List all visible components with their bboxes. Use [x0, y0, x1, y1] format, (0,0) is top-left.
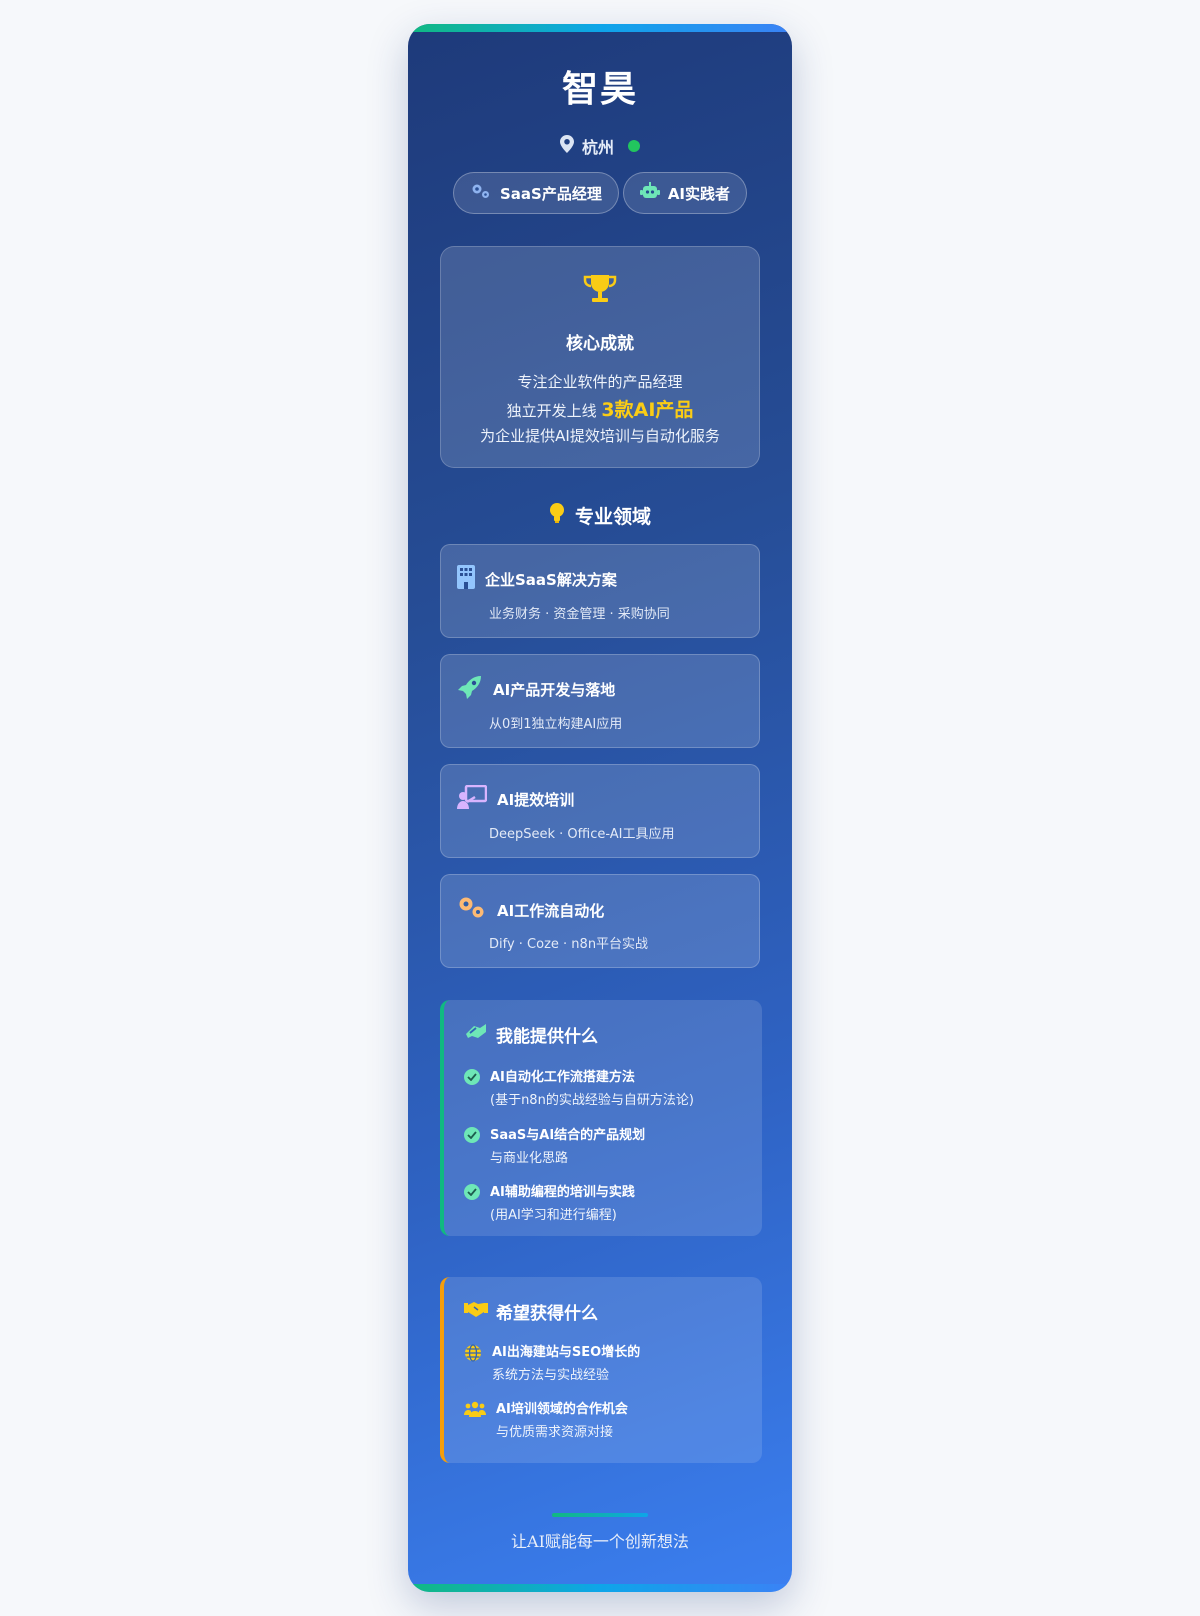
field-title: 企业SaaS解决方案: [485, 570, 617, 589]
globe-icon: [464, 1344, 482, 1387]
want-panel: 希望获得什么 AI出海建站与SEO增长的 系统方法与实战经验 AI培训领域的合作机…: [440, 1277, 762, 1463]
online-status-dot: [628, 140, 640, 152]
check-icon: [464, 1184, 480, 1200]
offer-title: 我能提供什么: [496, 1027, 598, 1047]
tag-label: AI实践者: [667, 184, 731, 203]
top-accent-bar: [408, 24, 792, 32]
location-pin-icon: [559, 135, 574, 157]
profile-card: 智昊 杭州 SaaS产品经理 AI实践者 核心成就 专注企业软件的产品经理 独立…: [408, 24, 792, 1592]
offer-panel: 我能提供什么 AI自动化工作流搭建方法 (基于n8n的实战经验与自研方法论) Sa…: [440, 1000, 762, 1236]
achievement-title: 核心成就: [566, 334, 634, 354]
footer-divider: [552, 1513, 648, 1517]
bottom-accent-bar: [408, 1584, 792, 1592]
achievement-card: 核心成就 专注企业软件的产品经理 独立开发上线 3款AI产品 为企业提供AI提效…: [440, 246, 760, 468]
want-title: 希望获得什么: [496, 1304, 598, 1324]
want-item-line-2: 系统方法与实战经验: [492, 1368, 610, 1383]
offer-item-line-2: 与商业化思路: [490, 1151, 569, 1166]
offer-item: AI辅助编程的培训与实践 (用AI学习和进行编程): [464, 1181, 635, 1227]
check-icon: [464, 1127, 480, 1143]
hand-holding-icon: [464, 1022, 488, 1047]
field-desc: 从0到1独立构建AI应用: [489, 717, 623, 732]
achievement-line-2: 独立开发上线 3款AI产品: [441, 395, 759, 422]
offer-item-line-1: SaaS与AI结合的产品规划: [490, 1128, 646, 1143]
achievement-line-3: 为企业提供AI提效培训与自动化服务: [480, 427, 720, 445]
tag-ai-practitioner: AI实践者: [622, 172, 748, 214]
trophy-icon: [441, 273, 759, 305]
offer-item-line-2: (用AI学习和进行编程): [490, 1208, 617, 1223]
field-desc: DeepSeek · Office-AI工具应用: [489, 827, 675, 842]
field-desc: Dify · Coze · n8n平台实战: [489, 937, 649, 952]
want-item-line-2: 与优质需求资源对接: [496, 1425, 614, 1440]
users-icon: [464, 1401, 486, 1444]
want-item: AI出海建站与SEO增长的 系统方法与实战经验: [464, 1341, 640, 1387]
field-card-saas: 企业SaaS解决方案 业务财务 · 资金管理 · 采购协同: [440, 544, 760, 638]
lightbulb-icon: [549, 502, 565, 529]
offer-item-line-1: AI辅助编程的培训与实践: [490, 1185, 635, 1200]
tag-label: SaaS产品经理: [499, 184, 602, 203]
check-icon: [464, 1069, 480, 1085]
field-title: AI提效培训: [497, 790, 575, 809]
teacher-icon: [457, 784, 488, 813]
tag-saas-pm: SaaS产品经理: [452, 172, 619, 214]
location-text: 杭州: [581, 138, 614, 157]
offer-item-line-2: (基于n8n的实战经验与自研方法论): [490, 1093, 694, 1108]
offer-item: AI自动化工作流搭建方法 (基于n8n的实战经验与自研方法论): [464, 1066, 694, 1112]
field-title: AI产品开发与落地: [493, 680, 616, 699]
robot-icon: [639, 182, 660, 204]
slogan: 让AI赋能每一个创新想法: [511, 1532, 689, 1551]
field-card-ai-training: AI提效培训 DeepSeek · Office-AI工具应用: [440, 764, 760, 858]
fields-section-title: 专业领域: [408, 502, 792, 529]
want-item-line-1: AI出海建站与SEO增长的: [492, 1345, 641, 1360]
offer-item: SaaS与AI结合的产品规划 与商业化思路: [464, 1124, 645, 1170]
fields-title-text: 专业领域: [574, 506, 651, 528]
building-icon: [457, 565, 475, 593]
want-item: AI培训领域的合作机会 与优质需求资源对接: [464, 1398, 628, 1444]
achievement-highlight: 3款AI产品: [601, 399, 694, 421]
gears-icon: [470, 182, 492, 204]
achievement-line-1: 专注企业软件的产品经理: [517, 373, 683, 391]
gears-icon: [457, 895, 487, 925]
achievement-line-2-prefix: 独立开发上线: [506, 402, 597, 420]
location-row: 杭州: [408, 134, 792, 158]
handshake-icon: [464, 1300, 488, 1323]
field-desc: 业务财务 · 资金管理 · 采购协同: [489, 607, 670, 622]
want-item-line-1: AI培训领域的合作机会: [496, 1402, 628, 1417]
field-title: AI工作流自动化: [497, 901, 605, 920]
field-card-ai-workflow: AI工作流自动化 Dify · Coze · n8n平台实战: [440, 874, 760, 968]
offer-item-line-1: AI自动化工作流搭建方法: [490, 1070, 635, 1085]
field-card-ai-product: AI产品开发与落地 从0到1独立构建AI应用: [440, 654, 760, 748]
rocket-icon: [457, 675, 483, 703]
role-tags: SaaS产品经理 AI实践者: [408, 172, 792, 214]
profile-name: 智昊: [561, 68, 638, 110]
